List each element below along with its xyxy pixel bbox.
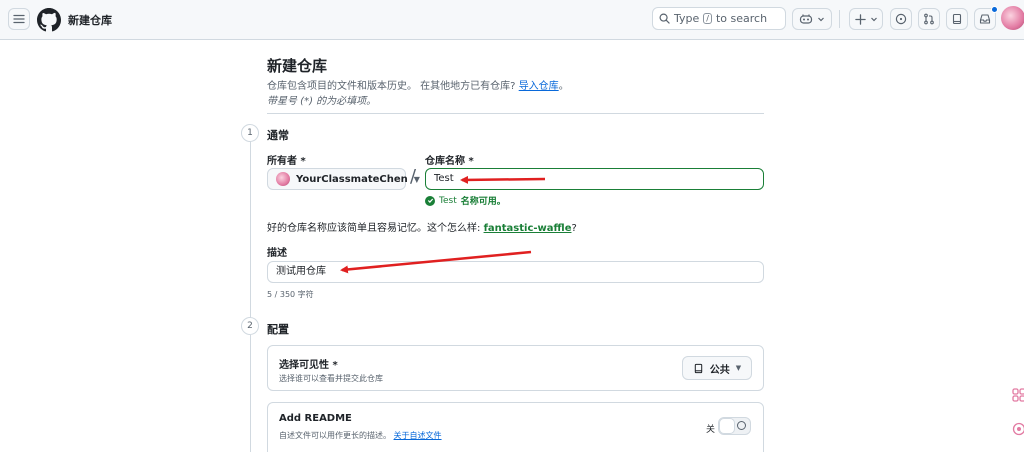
import-repo-link[interactable]: 导入仓库 (519, 81, 559, 92)
step-2-title: 配置 (267, 323, 289, 336)
search-shortcut-key: / (703, 13, 712, 24)
available-name: Test (439, 195, 457, 206)
readme-description: 自述文件可以用作更长的描述。 关于自述文件 (279, 430, 442, 441)
owner-value: YourClassmateChen (296, 173, 408, 185)
subtitle-text: 仓库包含项目的文件和版本历史。 在其他地方已有仓库? (267, 81, 516, 92)
suggestion-end: ? (571, 223, 577, 234)
step-2-number: 2 (241, 317, 259, 335)
description-input[interactable]: 测试用仓库 (267, 261, 764, 283)
character-count: 5 / 350 字符 (267, 290, 314, 299)
chevron-down-icon (818, 17, 824, 22)
grid-app-icon[interactable] (1012, 388, 1024, 402)
issue-circle-icon (895, 13, 907, 25)
repo-icon (694, 363, 703, 373)
copilot-icon (799, 14, 813, 24)
copilot-button[interactable] (792, 8, 832, 30)
name-available-message: Test 名称可用。 (425, 194, 506, 207)
plus-icon (854, 13, 866, 25)
visibility-value: 公共 (709, 364, 730, 376)
check-circle-icon (425, 195, 435, 206)
readme-description-text: 自述文件可以用作更长的描述。 (279, 431, 391, 440)
visibility-title: 选择可见性 * (279, 360, 338, 371)
suggested-name-link[interactable]: fantastic-waffle (484, 223, 572, 234)
repo-name-label: 仓库名称 * (425, 156, 474, 167)
owner-name-separator: / (410, 166, 417, 187)
name-suggestion: 好的仓库名称应该简单且容易记忆。这个怎么样: fantastic-waffle? (267, 219, 577, 234)
owner-select[interactable]: YourClassmateChen ▼ (267, 168, 420, 190)
suggestion-text: 好的仓库名称应该简单且容易记忆。这个怎么样: (267, 223, 481, 234)
header-separator (839, 10, 840, 28)
page-title: 新建仓库 (267, 57, 328, 75)
owner-label: 所有者 * (267, 156, 306, 167)
pull-request-icon (924, 13, 934, 25)
repo-icon (952, 13, 962, 25)
readme-title: Add README (279, 413, 352, 424)
description-label: 描述 (267, 248, 287, 259)
menu-button[interactable] (8, 8, 30, 30)
available-text: 名称可用。 (460, 197, 506, 207)
repositories-button[interactable] (946, 8, 968, 30)
visibility-card: 选择可见性 * 选择谁可以查看并提交此仓库 公共 ▼ (267, 345, 764, 391)
readme-toggle-label: 关 (705, 425, 715, 435)
step-connector-line (250, 140, 251, 318)
top-header: 新建仓库 Type / to search (0, 0, 1024, 40)
assistant-icon[interactable] (1012, 422, 1024, 436)
subtitle-end: 。 (558, 81, 569, 92)
hamburger-icon (13, 14, 25, 24)
notification-dot (991, 6, 998, 13)
step-1-number: 1 (241, 124, 259, 142)
search-suffix: to search (715, 12, 768, 25)
readme-info-link[interactable]: 关于自述文件 (394, 431, 442, 440)
toggle-knob (719, 418, 735, 434)
visibility-select[interactable]: 公共 ▼ (682, 356, 752, 380)
search-prefix: Type (674, 12, 700, 25)
chevron-down-icon: ▼ (735, 364, 742, 372)
floating-side-tools[interactable] (1010, 388, 1024, 448)
user-avatar[interactable] (1001, 6, 1024, 30)
repo-name-input[interactable]: Test (425, 168, 764, 190)
heading-divider (267, 113, 764, 114)
github-logo-icon[interactable] (37, 8, 61, 32)
inbox-icon (979, 14, 991, 24)
header-title: 新建仓库 (68, 14, 112, 27)
owner-avatar (276, 172, 290, 186)
readme-card: Add README 自述文件可以用作更长的描述。 关于自述文件 关 (267, 402, 764, 452)
visibility-description: 选择谁可以查看并提交此仓库 (279, 374, 383, 383)
required-fields-note: 带星号 (*) 的为必填项。 (267, 96, 377, 107)
search-icon (659, 13, 670, 24)
readme-toggle[interactable] (718, 417, 751, 435)
page-subtitle: 仓库包含项目的文件和版本历史。 在其他地方已有仓库? 导入仓库。 (267, 77, 569, 92)
search-button[interactable]: Type / to search (652, 7, 786, 30)
toggle-off-icon (737, 421, 746, 430)
chevron-down-icon (870, 17, 877, 22)
create-new-button[interactable] (849, 8, 883, 30)
step-connector-line (250, 335, 251, 452)
issues-button[interactable] (890, 8, 912, 30)
step-1-title: 通常 (267, 129, 289, 142)
pull-requests-button[interactable] (918, 8, 940, 30)
